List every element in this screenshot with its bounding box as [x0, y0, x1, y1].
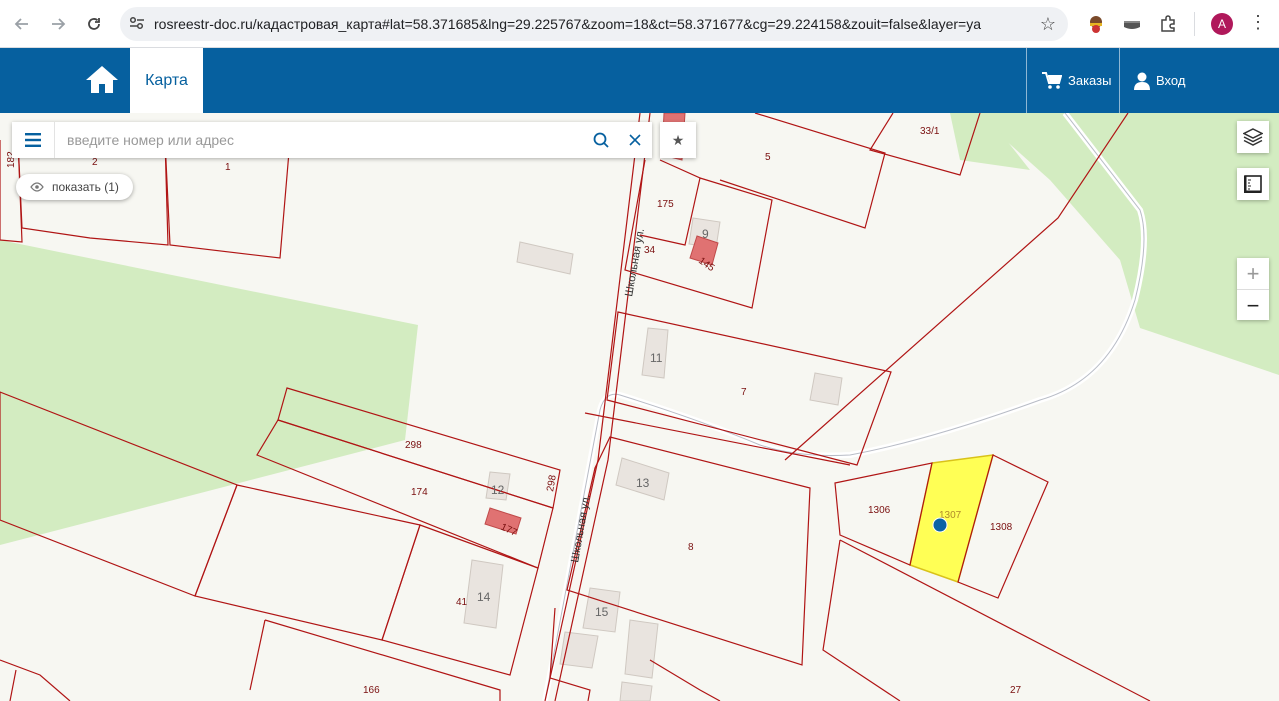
- extensions-puzzle-icon[interactable]: [1156, 12, 1180, 36]
- parcel-label: 41: [456, 597, 468, 608]
- extension-avatar-icon[interactable]: [1084, 12, 1108, 36]
- cart-icon: [1042, 71, 1062, 89]
- parcel-label: 8: [688, 542, 694, 553]
- parcel-label: 1308: [990, 522, 1013, 533]
- toolbar-divider: [1194, 12, 1195, 36]
- login-label: Вход: [1156, 73, 1186, 88]
- parcel-label: 1306: [868, 505, 891, 516]
- parcel-label: 2: [92, 157, 98, 168]
- parcel-label: 7: [741, 387, 747, 398]
- parcel-label: 33/1: [920, 126, 940, 137]
- orders-label: Заказы: [1068, 73, 1112, 88]
- show-label: показать (1): [52, 180, 119, 194]
- favorites-star-icon[interactable]: ★: [660, 122, 696, 158]
- parcel-label: 175: [657, 199, 674, 210]
- profile-avatar[interactable]: A: [1211, 13, 1233, 35]
- building-label: 12: [491, 483, 505, 497]
- search-input[interactable]: [55, 132, 584, 148]
- parcel-label: 27: [1010, 685, 1022, 696]
- building-label: 9: [702, 227, 709, 241]
- parcel-label: 5: [765, 152, 771, 163]
- show-selected-button[interactable]: показать (1): [16, 174, 133, 200]
- zoom-control: + −: [1237, 258, 1269, 320]
- user-icon: [1134, 72, 1150, 90]
- parcel-label: 1: [225, 162, 231, 173]
- address-bar[interactable]: rosreestr-doc.ru/кадастровая_карта#lat=5…: [120, 7, 1068, 41]
- ruler-icon[interactable]: [1237, 168, 1269, 200]
- building-label: 11: [650, 351, 663, 365]
- orders-button[interactable]: Заказы: [1042, 48, 1111, 113]
- parcel-label: 166: [363, 685, 380, 696]
- cadastral-map[interactable]: 182 2 1 5 33/1 175 9 34 145 11 7 298 174…: [0, 113, 1279, 701]
- browser-toolbar: rosreestr-doc.ru/кадастровая_карта#lat=5…: [0, 0, 1279, 48]
- parcel-label: 298: [405, 440, 422, 451]
- login-button[interactable]: Вход: [1134, 48, 1185, 113]
- zoom-in-button[interactable]: +: [1237, 258, 1269, 290]
- location-marker[interactable]: [932, 517, 948, 533]
- layers-icon[interactable]: [1237, 121, 1269, 153]
- map-canvas: 182 2 1 5 33/1 175 9 34 145 11 7 298 174…: [0, 113, 1279, 701]
- search-bar: [12, 122, 652, 158]
- reload-icon[interactable]: [80, 10, 108, 38]
- building: [624, 619, 659, 679]
- extension-hat-icon[interactable]: [1120, 12, 1144, 36]
- bookmark-star-icon[interactable]: ☆: [1028, 14, 1068, 35]
- site-settings-icon[interactable]: [120, 16, 154, 33]
- building-label: 15: [595, 605, 609, 619]
- site-header: Карта Заказы Вход: [0, 48, 1279, 113]
- header-divider: [1119, 48, 1120, 113]
- building-label: 14: [477, 590, 491, 604]
- zoom-out-button[interactable]: −: [1237, 290, 1269, 321]
- header-divider: [1026, 48, 1027, 113]
- parcel-label: 174: [411, 487, 428, 498]
- close-icon[interactable]: [618, 122, 652, 158]
- eye-icon: [30, 182, 44, 192]
- back-icon[interactable]: [8, 10, 36, 38]
- home-icon[interactable]: [84, 63, 120, 95]
- browser-menu-icon[interactable]: ⋮: [1249, 12, 1267, 33]
- forward-icon[interactable]: [44, 10, 72, 38]
- building-label: 13: [636, 476, 650, 490]
- parcel-label: 34: [644, 245, 656, 256]
- menu-icon[interactable]: [12, 122, 55, 158]
- url-text: rosreestr-doc.ru/кадастровая_карта#lat=5…: [154, 16, 982, 32]
- tab-map[interactable]: Карта: [130, 48, 203, 113]
- building: [809, 372, 843, 406]
- search-icon[interactable]: [584, 122, 618, 158]
